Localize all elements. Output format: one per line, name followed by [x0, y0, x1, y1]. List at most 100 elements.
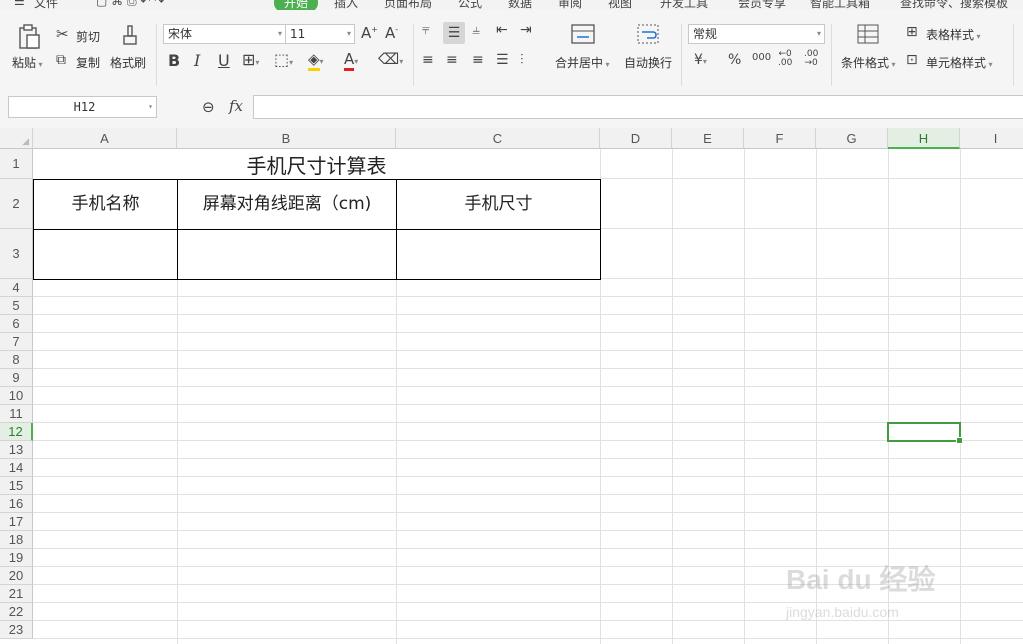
data-cell-b3[interactable]	[177, 229, 397, 280]
paste-button[interactable]: 粘贴 ▾	[12, 54, 43, 71]
row-header-15[interactable]: 15	[0, 477, 33, 495]
header-cell-phone-size[interactable]: 手机尺寸	[396, 179, 601, 230]
underline-icon[interactable]: U	[218, 51, 230, 70]
tab-data[interactable]: 数据	[508, 0, 532, 10]
column-header-i[interactable]: I	[960, 128, 1023, 149]
distributed-icon[interactable]: ⫶	[520, 52, 524, 68]
clear-eraser-icon[interactable]: ⌫▾	[378, 50, 403, 68]
decrease-decimal-icon[interactable]: .00 →0	[804, 50, 818, 68]
scissors-icon[interactable]: ✂	[56, 25, 69, 43]
cell-style-brush-icon[interactable]: ⬚▾	[274, 50, 293, 69]
name-box[interactable]: H12 ▾	[8, 96, 157, 118]
row-header-8[interactable]: 8	[0, 351, 33, 369]
tab-developer[interactable]: 开发工具	[660, 0, 708, 10]
cell-style-button[interactable]: 单元格样式 ▾	[926, 54, 993, 71]
conditional-format-icon[interactable]	[857, 24, 879, 46]
tab-view[interactable]: 视图	[608, 0, 632, 10]
active-cell-h12[interactable]	[887, 422, 963, 444]
row-header-12[interactable]: 12	[0, 423, 33, 441]
tab-smart-tools[interactable]: 智能工具箱	[810, 0, 870, 10]
font-size-select[interactable]: 11 ▾	[285, 24, 355, 44]
fill-color-icon[interactable]: ◈▾	[308, 50, 324, 71]
row-header-19[interactable]: 19	[0, 549, 33, 567]
data-cell-a3[interactable]	[33, 229, 178, 280]
zoom-icon[interactable]: ⊖	[202, 98, 215, 116]
sheet-title-cell[interactable]: 手机尺寸计算表	[33, 149, 600, 179]
row-header-3[interactable]: 3	[0, 229, 33, 279]
thousands-icon[interactable]: 000	[752, 52, 771, 63]
cell-style-icon[interactable]: ⊡	[906, 52, 918, 68]
column-header-h[interactable]: H	[888, 128, 960, 149]
copy-icon[interactable]: ⧉	[56, 52, 66, 68]
number-format-select[interactable]: 常规 ▾	[688, 24, 825, 44]
tab-member[interactable]: 会员专享	[738, 0, 786, 10]
header-cell-diagonal[interactable]: 屏幕对角线距离（cm)	[177, 179, 397, 230]
align-left-icon[interactable]: ≡	[422, 52, 434, 68]
increase-indent-icon[interactable]: ⇥	[520, 22, 532, 38]
conditional-format-button[interactable]: 条件格式 ▾	[841, 54, 896, 71]
paste-icon[interactable]	[16, 24, 42, 52]
column-header-b[interactable]: B	[177, 128, 396, 149]
row-header-22[interactable]: 22	[0, 603, 33, 621]
header-cell-phone-name[interactable]: 手机名称	[33, 179, 178, 230]
currency-icon[interactable]: ¥▾	[694, 52, 707, 68]
percent-icon[interactable]: %	[728, 52, 741, 68]
fill-handle[interactable]	[956, 437, 963, 444]
row-header-1[interactable]: 1	[0, 149, 33, 179]
row-header-7[interactable]: 7	[0, 333, 33, 351]
command-search[interactable]: 查找命令、搜索模板	[900, 0, 1008, 10]
row-header-13[interactable]: 13	[0, 441, 33, 459]
merge-center-button[interactable]: 合并居中 ▾	[555, 54, 610, 71]
wrap-text-icon[interactable]	[636, 24, 660, 46]
align-center-icon[interactable]: ≡	[446, 52, 458, 68]
row-header-16[interactable]: 16	[0, 495, 33, 513]
menu-icon[interactable]: ☰	[14, 0, 25, 8]
row-header-2[interactable]: 2	[0, 179, 33, 229]
wrap-text-button[interactable]: 自动换行	[624, 54, 672, 71]
column-header-f[interactable]: F	[744, 128, 816, 149]
tab-review[interactable]: 审阅	[558, 0, 582, 10]
merge-center-icon[interactable]	[570, 24, 596, 46]
cut-button[interactable]: 剪切	[76, 28, 100, 45]
italic-icon[interactable]: I	[194, 51, 200, 70]
column-header-a[interactable]: A	[33, 128, 177, 149]
format-painter-button[interactable]: 格式刷	[110, 54, 146, 71]
row-header-11[interactable]: 11	[0, 405, 33, 423]
table-style-button[interactable]: 表格样式 ▾	[926, 26, 981, 43]
row-header-20[interactable]: 20	[0, 567, 33, 585]
tab-formulas[interactable]: 公式	[458, 0, 482, 10]
row-header-9[interactable]: 9	[0, 369, 33, 387]
format-painter-icon[interactable]	[120, 24, 140, 50]
font-color-icon[interactable]: A▾	[344, 50, 358, 71]
quick-access-icons[interactable]: ▢ ⌘ ⎙ ↶ ↷	[96, 0, 164, 9]
borders-icon[interactable]: ⊞▾	[242, 50, 259, 69]
bold-icon[interactable]: B	[168, 51, 180, 70]
data-cell-c3[interactable]	[396, 229, 601, 280]
row-header-21[interactable]: 21	[0, 585, 33, 603]
formula-input[interactable]	[253, 95, 1023, 119]
column-header-c[interactable]: C	[396, 128, 600, 149]
column-header-g[interactable]: G	[816, 128, 888, 149]
function-icon[interactable]: fx	[229, 97, 243, 115]
tab-home[interactable]: 开始	[274, 0, 319, 10]
row-header-14[interactable]: 14	[0, 459, 33, 477]
font-name-select[interactable]: 宋体 ▾	[163, 24, 286, 44]
align-middle-icon[interactable]: ☰	[443, 22, 465, 44]
tab-insert[interactable]: 插入	[334, 0, 358, 10]
increase-font-icon[interactable]: A+	[361, 24, 378, 42]
justify-icon[interactable]: ☰	[496, 52, 509, 68]
row-header-18[interactable]: 18	[0, 531, 33, 549]
row-header-5[interactable]: 5	[0, 297, 33, 315]
decrease-font-icon[interactable]: A-	[385, 24, 398, 42]
table-style-icon[interactable]: ⊞	[906, 24, 918, 40]
row-header-4[interactable]: 4	[0, 279, 33, 297]
increase-decimal-icon[interactable]: ←0.00	[778, 50, 792, 68]
column-header-d[interactable]: D	[600, 128, 672, 149]
menu-file[interactable]: 文件	[34, 0, 58, 10]
row-header-17[interactable]: 17	[0, 513, 33, 531]
row-header-10[interactable]: 10	[0, 387, 33, 405]
align-top-icon[interactable]: ⫧	[422, 22, 430, 38]
tab-page-layout[interactable]: 页面布局	[384, 0, 432, 10]
align-bottom-icon[interactable]: ⫨	[472, 22, 480, 38]
column-header-e[interactable]: E	[672, 128, 744, 149]
